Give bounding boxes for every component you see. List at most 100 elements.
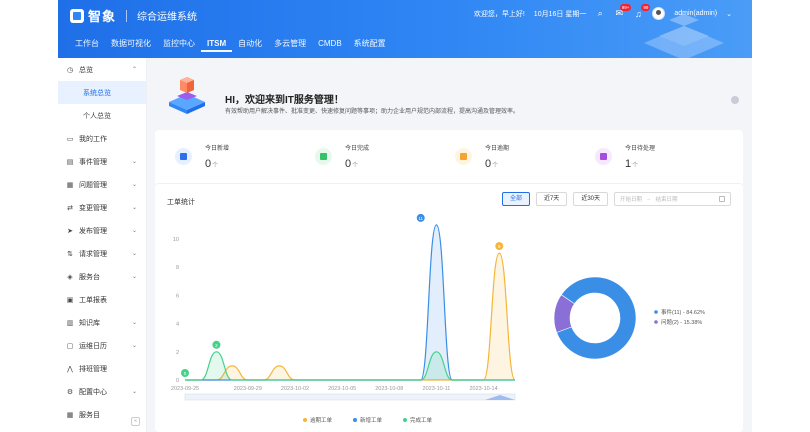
message-icon[interactable]: ✉ 99+ (614, 3, 632, 19)
settings-icon: ⚙ (66, 388, 74, 396)
nav-item-4[interactable]: 自动化 (232, 38, 268, 52)
nav-item-1[interactable]: 数据可视化 (105, 38, 157, 52)
avatar[interactable] (652, 7, 666, 20)
sidebar-item-11[interactable]: ⋀ 排班管理 (58, 357, 146, 380)
sidebar-item-label: 配置中心 (79, 388, 107, 396)
cube-illustration (169, 77, 205, 114)
plus-doc-icon (175, 148, 192, 165)
x-tick-label: 2023-10-14 (470, 386, 498, 392)
hourglass-icon (595, 148, 612, 165)
sidebar-item-label: 我的工作 (79, 135, 107, 143)
done-icon (315, 148, 332, 165)
chevron-down-icon[interactable]: ⌄ (132, 273, 137, 280)
sidebar-item-label: 发布管理 (79, 227, 107, 235)
chevron-down-icon[interactable]: ⌄ (132, 388, 137, 395)
chevron-down-icon[interactable]: ⌄ (132, 227, 137, 234)
header-right: 欢迎您，早上好! 10月16日 星期一 ⌕ ✉ 99+ ♫ 99 admin(adm… (473, 3, 732, 20)
date-text: 10月16日 星期一 (533, 10, 587, 18)
legend-marker (353, 418, 357, 422)
sidebar-item-9[interactable]: ▥ 知识库 ⌄ (58, 311, 146, 334)
chevron-down-icon[interactable]: ⌄ (132, 181, 137, 188)
box-icon: ◈ (67, 273, 73, 281)
welcome-banner: HI，欢迎来到IT服务管理！ 有效帮助用户解决事件、批准变更、快速修复问题等事项… (155, 66, 745, 126)
sidebar-item-1[interactable]: ▭ 我的工作 (58, 127, 146, 150)
sidebar-subitem-1[interactable]: 个人总览 (58, 104, 146, 127)
collapse-icon[interactable]: « (131, 417, 140, 426)
area-chart: 0 2 4 6 8 10 2023-09-25 2023-09-29 2023-10-02 202… (171, 213, 516, 424)
notification-badge: 99 (641, 3, 651, 11)
nav-item-3[interactable]: ITSM (201, 38, 233, 52)
send-icon: ➤ (67, 227, 73, 235)
event-icon: ▤ (66, 158, 74, 166)
sidebar-item-label: 事件管理 (79, 158, 107, 166)
chevron-down-icon[interactable]: ⌄ (132, 250, 137, 257)
sidebar-item-label: 服务台 (79, 273, 100, 281)
nav-item-2[interactable]: 监控中心 (157, 38, 201, 52)
x-tick-label: 2023-10-11 (423, 386, 451, 392)
series-line-逾期工单 (185, 252, 516, 381)
logo[interactable]: 智象 综合运维系统 (70, 6, 197, 25)
sidebar-item-label: 知识库 (79, 319, 100, 327)
sidebar-item-3[interactable]: ▦ 问题管理 ⌄ (58, 173, 146, 196)
bell-icon[interactable]: ♫ 99 (633, 3, 651, 19)
change-icon: ⇄ (67, 204, 73, 212)
chevron-down-icon[interactable]: ⌄ (132, 204, 137, 211)
y-tick-label: 8 (176, 265, 179, 271)
stat-value: 0个 (205, 158, 219, 170)
sidebar-item-6[interactable]: ⇅ 请求管理 ⌄ (58, 242, 146, 265)
sidebar-item-12[interactable]: ⚙ 配置中心 ⌄ (58, 380, 146, 403)
x-tick-label: 2023-09-29 (234, 386, 262, 392)
chevron-down-icon[interactable]: ⌄ (726, 10, 732, 18)
sidebar-item-5[interactable]: ➤ 发布管理 ⌄ (58, 219, 146, 242)
chevron-down-icon[interactable]: ⌄ (132, 319, 137, 326)
logo-divider (126, 9, 128, 22)
sidebar-item-label: 请求管理 (79, 250, 107, 258)
zoom-slider (184, 393, 516, 401)
welcome-title: HI，欢迎来到IT服务管理！ (225, 95, 344, 106)
legend-marker (654, 320, 658, 324)
y-tick-label: 6 (176, 293, 179, 299)
x-tick-label: 2023-10-08 (375, 386, 403, 392)
sidebar-item-10[interactable]: ▢ 运维日历 ⌄ (58, 334, 146, 357)
close-icon[interactable] (731, 96, 739, 104)
search-icon[interactable]: ⌕ (595, 8, 605, 19)
stat-item-3: 今日待处理 1个 (575, 138, 705, 178)
chevron-up-icon[interactable]: ⌃ (132, 66, 137, 73)
grid-icon: ▦ (66, 181, 74, 189)
nav-item-5[interactable]: 多云管理 (268, 38, 312, 52)
message-badge: 99+ (619, 3, 632, 11)
sidebar-item-8[interactable]: ▣ 工单报表 (58, 288, 146, 311)
user-name[interactable]: admin(admin) (674, 10, 717, 17)
stat-item-0: 今日新增 0个 (155, 138, 285, 178)
y-tick-label: 0 (176, 378, 179, 384)
donut-chart: 事件(11) - 84.62% 问题(2) - 15.38% (553, 276, 705, 360)
sidebar-item-4[interactable]: ⇄ 变更管理 ⌄ (58, 196, 146, 219)
sidebar-item-label: 排班管理 (79, 365, 107, 373)
sidebar-item-0[interactable]: ◷ 总览 ⌃ (58, 58, 146, 81)
ticket-stats-card: 工单统计 全部 近7天 近30天 开始日期 → 结束日期 0 2 4 6 8 10 2023-0… (155, 183, 743, 432)
y-tick-label: 10 (173, 237, 179, 243)
legend-label: 新增工单 (360, 416, 383, 424)
data-point-label: 11 (418, 216, 423, 221)
x-tick-label: 2023-10-02 (281, 386, 309, 392)
greeting-text: 欢迎您，早上好! (473, 10, 525, 18)
stat-label: 今日逾期 (485, 146, 510, 152)
chevron-down-icon[interactable]: ⌄ (132, 158, 137, 165)
chevron-down-icon[interactable]: ⌄ (132, 342, 137, 349)
legend-label: 逾期工单 (310, 416, 333, 424)
nav-item-0[interactable]: 工作台 (69, 38, 105, 52)
stat-item-2: 今日逾期 0个 (435, 138, 565, 178)
calendar-icon: ▢ (66, 342, 74, 350)
catalog-icon: ▦ (66, 411, 74, 419)
legend-marker (303, 418, 307, 422)
sidebar-subitem-0[interactable]: 系统总览 (58, 81, 146, 104)
nav-item-6[interactable]: CMDB (312, 38, 348, 52)
nav-item-7[interactable]: 系统配置 (348, 38, 392, 52)
sidebar-item-7[interactable]: ◈ 服务台 ⌄ (58, 265, 146, 288)
report-icon: ▣ (66, 296, 74, 304)
logo-icon (70, 8, 84, 23)
main-content: HI，欢迎来到IT服务管理！ 有效帮助用户解决事件、批准变更、快速修复问题等事项… (147, 58, 752, 432)
sidebar-item-2[interactable]: ▤ 事件管理 ⌄ (58, 150, 146, 173)
main-nav: 工作台 数据可视化 监控中心 ITSM 自动化 多云管理 CMDB 系统配置 (69, 38, 392, 52)
y-tick-label: 2 (176, 350, 179, 356)
